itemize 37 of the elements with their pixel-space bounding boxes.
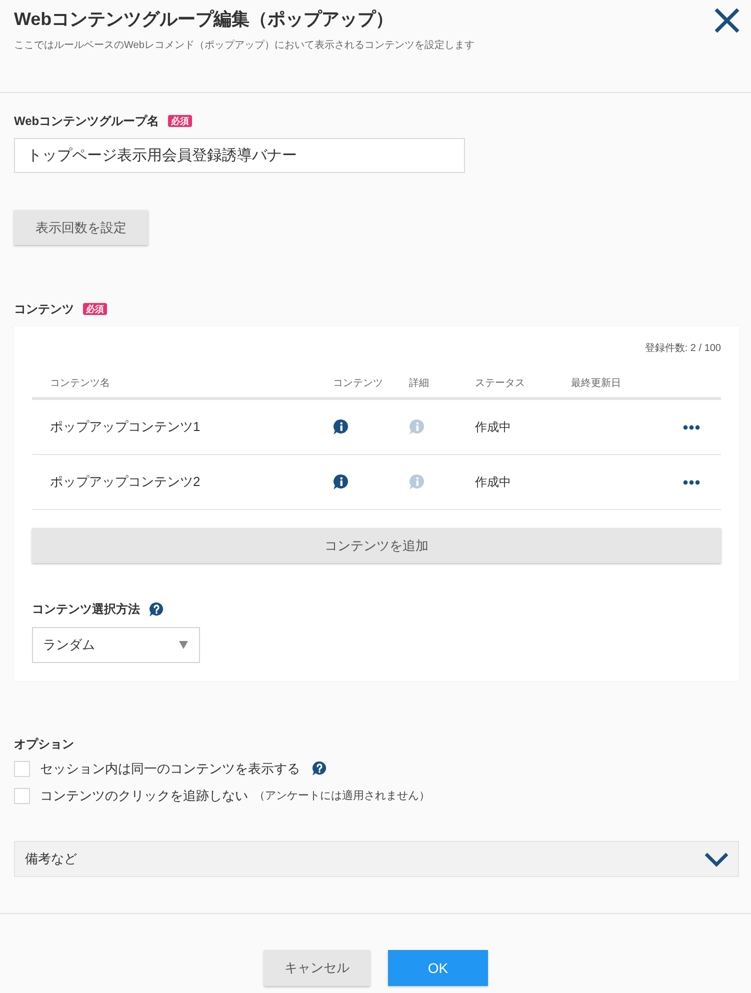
checkbox-label[interactable]: セッション内は同一のコンテンツを表示する xyxy=(40,760,300,778)
notes-accordion[interactable]: 備考など xyxy=(14,841,739,877)
required-badge: 必須 xyxy=(168,115,192,127)
close-icon[interactable] xyxy=(714,8,740,33)
more-icon[interactable] xyxy=(682,480,700,484)
help-icon[interactable] xyxy=(149,602,164,616)
table-cell: 作成中 xyxy=(475,474,511,490)
add-content-button[interactable]: コンテンツを追加 xyxy=(32,528,721,563)
select-dropdown[interactable]: ランダム xyxy=(32,627,200,663)
set-display-count-button[interactable]: 表示回数を設定 xyxy=(14,210,148,245)
column-header: 詳細 xyxy=(409,377,429,391)
caret-icon xyxy=(179,641,188,649)
help-icon[interactable] xyxy=(312,761,327,776)
column-header: コンテンツ xyxy=(333,377,383,391)
dialog-title: Webコンテンツグループ編集（ポップアップ） xyxy=(14,8,394,31)
field-label: コンテンツ選択方法 xyxy=(32,601,140,617)
checkbox-note: （アンケートには適用されません） xyxy=(254,788,430,804)
checkbox-label[interactable]: コンテンツのクリックを追跡しない xyxy=(40,786,248,804)
section-label: オプション xyxy=(14,736,74,752)
more-icon[interactable] xyxy=(682,424,700,430)
cancel-button[interactable]: キャンセル xyxy=(264,950,370,986)
checkbox[interactable] xyxy=(14,760,30,776)
section-label: コンテンツ xyxy=(14,301,74,317)
dialog-description: ここではルールベースのWebレコメンド（ポップアップ）において表示されるコンテンツを設定します xyxy=(14,39,474,53)
column-header: 最終更新日 xyxy=(571,377,621,391)
table-cell: ポップアップコンテンツ2 xyxy=(50,473,200,491)
field-label: Webコンテンツグループ名 xyxy=(14,113,160,129)
checkbox[interactable] xyxy=(14,788,30,804)
content-info-icon[interactable] xyxy=(333,419,349,435)
column-header: ステータス xyxy=(475,377,525,391)
column-header: コンテンツ名 xyxy=(50,377,110,391)
required-badge: 必須 xyxy=(83,303,107,315)
registered-count: 登録件数: 2 / 100 xyxy=(644,342,721,356)
table-cell: ポップアップコンテンツ1 xyxy=(50,418,200,436)
table-cell: 作成中 xyxy=(475,419,511,435)
content-info-icon[interactable] xyxy=(333,474,349,490)
input-field[interactable]: トップページ表示用会員登録誘導バナー xyxy=(14,138,465,173)
